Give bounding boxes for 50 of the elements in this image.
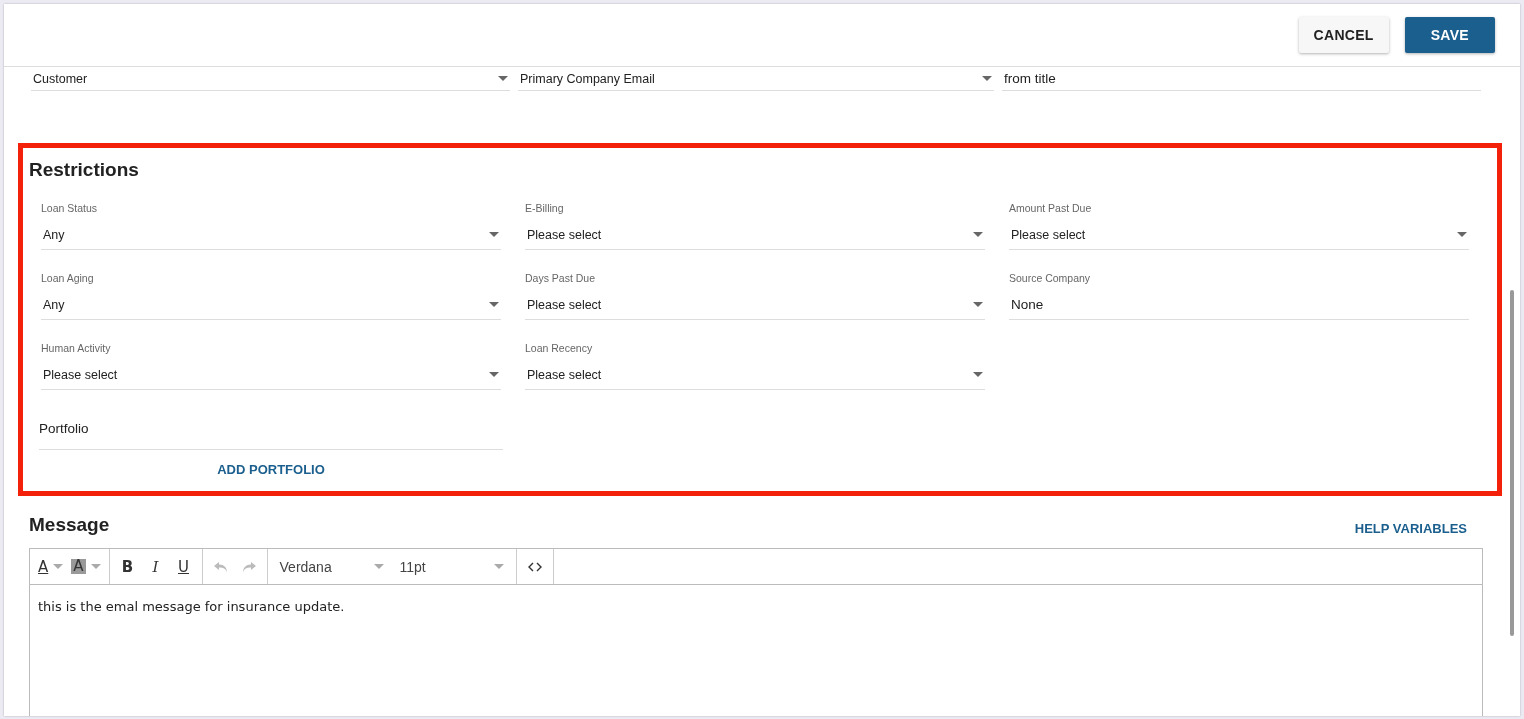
select-field[interactable]: Any xyxy=(41,220,501,250)
caret-icon xyxy=(973,232,983,237)
select-field[interactable]: Please select xyxy=(1009,220,1469,250)
field-label: Human Activity xyxy=(41,340,111,356)
italic-button[interactable]: I xyxy=(141,552,170,581)
caret-icon xyxy=(489,372,499,377)
field-label: Loan Status xyxy=(41,200,98,216)
field-label: Amount Past Due xyxy=(1009,200,1092,216)
select-field[interactable]: Primary Company Email xyxy=(518,67,994,91)
save-button[interactable]: SAVE xyxy=(1404,17,1495,53)
select-field[interactable]: Please select xyxy=(525,220,985,250)
help-variables-link[interactable]: HELP VARIABLES xyxy=(1354,521,1467,536)
select-field[interactable]: Please select xyxy=(41,360,501,390)
underline-button[interactable]: U xyxy=(169,552,198,581)
textcolor-button[interactable]: A xyxy=(34,552,68,581)
caret-icon xyxy=(489,302,499,307)
field-label: Loan Aging xyxy=(41,270,94,286)
field-label: Days Past Due xyxy=(525,270,596,286)
redo-arrow-icon xyxy=(240,559,257,574)
field-label: Source Company xyxy=(1009,270,1091,286)
select-field[interactable]: Please select xyxy=(525,290,985,320)
caret-icon xyxy=(373,564,384,569)
bgcolor-button[interactable]: A xyxy=(67,552,105,581)
scrollbar-thumb[interactable] xyxy=(1510,290,1514,636)
caret-icon xyxy=(973,302,983,307)
caret-icon xyxy=(1457,232,1467,237)
select-field[interactable]: Please select xyxy=(525,360,985,390)
size-select[interactable]: 11pt xyxy=(391,558,512,575)
caret-icon xyxy=(90,564,101,569)
cancel-button[interactable]: CANCEL xyxy=(1298,17,1389,53)
caret-icon xyxy=(493,564,504,569)
font-select[interactable]: Verdana xyxy=(271,558,392,575)
select-field[interactable]: Customer xyxy=(31,67,510,91)
field-label: E-Billing xyxy=(525,200,564,216)
add-portfolio-button[interactable]: ADD PORTFOLIO xyxy=(217,462,325,477)
code-icon xyxy=(526,560,543,573)
caret-icon xyxy=(498,76,508,81)
caret-icon xyxy=(982,76,992,81)
section-title: Restrictions xyxy=(29,159,140,181)
bold-button[interactable]: B xyxy=(113,552,142,581)
caret-icon xyxy=(973,372,983,377)
select-field[interactable]: Any xyxy=(41,290,501,320)
message-text: this is the emal message for insurance update. xyxy=(37,598,346,616)
caret-icon xyxy=(489,232,499,237)
field-label: Loan Recency xyxy=(525,340,593,356)
undo-arrow-icon xyxy=(212,559,229,574)
input-field[interactable]: None xyxy=(1009,290,1469,320)
input-field[interactable]: from title xyxy=(1002,67,1481,91)
caret-icon xyxy=(53,564,64,569)
section-title: Message xyxy=(29,514,110,536)
